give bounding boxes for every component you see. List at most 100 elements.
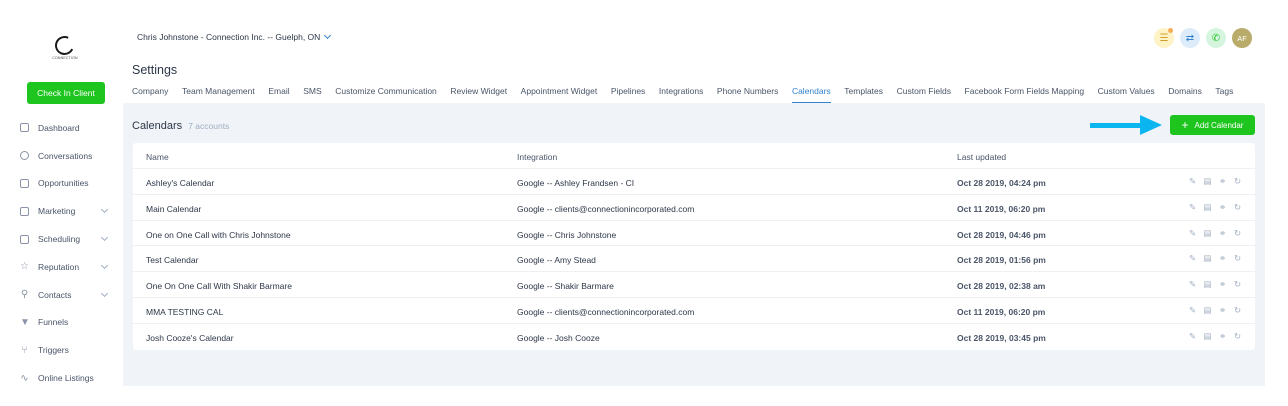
- edit-icon[interactable]: ✎: [1188, 280, 1197, 289]
- sidebar-item-label: Reputation: [38, 261, 80, 272]
- table-row[interactable]: One On One Call With Shakir Barmare Googl…: [133, 272, 1255, 298]
- edit-icon[interactable]: ✎: [1188, 331, 1197, 341]
- chevron-down-icon[interactable]: [100, 289, 109, 297]
- sync-icon[interactable]: ↻: [1233, 280, 1242, 289]
- company-logo[interactable]: CONNECTION: [51, 33, 79, 62]
- tab-integrations[interactable]: Integrations: [659, 80, 703, 103]
- sidebar-item-label: Funnels: [38, 317, 69, 328]
- trash-icon[interactable]: ▤: [1203, 331, 1212, 341]
- sidebar-item-funnels[interactable]: ▼ Funnels: [0, 309, 123, 337]
- sync-icon[interactable]: ↻: [1233, 177, 1242, 186]
- sync-icon[interactable]: ↻: [1233, 228, 1242, 238]
- chevron-down-icon[interactable]: [100, 261, 109, 270]
- link-icon[interactable]: ⚭: [1218, 331, 1227, 341]
- logo-mark: [52, 33, 77, 58]
- tab-pipelines[interactable]: Pipelines: [611, 80, 646, 103]
- avatar[interactable]: AF: [1232, 28, 1252, 48]
- tab-custom-values[interactable]: Custom Values: [1098, 80, 1155, 103]
- branch-icon: ⑂: [21, 344, 28, 356]
- sync-icon[interactable]: ↻: [1233, 254, 1242, 263]
- account-switcher[interactable]: Chris Johnstone - Connection Inc. -- Gue…: [137, 31, 332, 42]
- edit-icon[interactable]: ✎: [1188, 306, 1197, 315]
- add-calendar-button[interactable]: + Add Calendar: [1170, 115, 1255, 135]
- sidebar-item-label: Contacts: [38, 289, 72, 300]
- table-row[interactable]: MMA TESTING CAL Google -- clients@connect…: [133, 298, 1255, 324]
- link-icon[interactable]: ⚭: [1218, 228, 1227, 238]
- link-icon[interactable]: ⚭: [1218, 254, 1227, 263]
- trash-icon[interactable]: ▤: [1203, 228, 1212, 238]
- check-in-client-button[interactable]: Check In Client: [27, 82, 105, 104]
- section-title: Calendars 7 accounts: [132, 120, 229, 132]
- trash-icon[interactable]: ▤: [1203, 280, 1212, 289]
- link-icon[interactable]: ⚭: [1218, 280, 1227, 289]
- task-list-button[interactable]: ☰: [1154, 28, 1174, 48]
- tab-company[interactable]: Company: [132, 80, 168, 103]
- tab-email[interactable]: Email: [268, 80, 289, 103]
- mail-icon: [20, 206, 29, 216]
- sync-icon[interactable]: ↻: [1233, 331, 1242, 341]
- tab-customize-communication[interactable]: Customize Communication: [335, 80, 437, 103]
- sync-icon[interactable]: ↻: [1233, 202, 1242, 212]
- phone-icon: ✆: [1211, 32, 1221, 44]
- tab-templates[interactable]: Templates: [844, 80, 883, 103]
- tab-tags[interactable]: Tags: [1215, 80, 1233, 103]
- sidebar-item-contacts[interactable]: ⚲ Contacts: [0, 281, 123, 309]
- sidebar-item-conversations[interactable]: Conversations: [0, 142, 123, 170]
- trash-icon[interactable]: ▤: [1203, 177, 1212, 186]
- sidebar-item-dashboard[interactable]: Dashboard: [0, 114, 123, 142]
- trash-icon[interactable]: ▤: [1203, 254, 1212, 263]
- settings-tabs: Company Team Management Email SMS Customize …: [132, 80, 1247, 103]
- sync-icon[interactable]: ↻: [1233, 306, 1242, 315]
- tab-facebook-form-fields-mapping[interactable]: Facebook Form Fields Mapping: [965, 80, 1085, 103]
- table-header: Name Integration Last updated: [133, 143, 1255, 169]
- column-last-updated: Last updated: [957, 152, 1007, 162]
- calendars-heading: Calendars: [132, 120, 183, 132]
- tab-phone-numbers[interactable]: Phone Numbers: [717, 80, 778, 103]
- cell-integration: Google -- Amy Stead: [517, 255, 596, 266]
- switch-button[interactable]: ⇄: [1180, 28, 1200, 48]
- link-icon[interactable]: ⚭: [1218, 177, 1227, 186]
- table-row[interactable]: Josh Cooze's Calendar Google -- Josh Cooz…: [133, 324, 1255, 350]
- sidebar-item-triggers[interactable]: ⑂ Triggers: [0, 336, 123, 364]
- pulse-icon: ∿: [20, 372, 29, 384]
- link-icon[interactable]: ⚭: [1218, 202, 1227, 212]
- sidebar-item-label: Triggers: [38, 345, 69, 356]
- edit-icon[interactable]: ✎: [1188, 228, 1197, 238]
- tab-domains[interactable]: Domains: [1168, 80, 1202, 103]
- sidebar-item-scheduling[interactable]: Scheduling: [0, 225, 123, 253]
- pointer-arrow-icon: [1090, 115, 1162, 135]
- top-actions: ☰ ⇄ ✆ AF: [1154, 28, 1252, 48]
- chevron-down-icon[interactable]: [100, 206, 109, 214]
- cell-integration: Google -- Shakir Barmare: [517, 281, 614, 292]
- trash-icon[interactable]: ▤: [1203, 306, 1212, 315]
- sidebar: CONNECTION Check In Client Dashboard Conv…: [0, 0, 123, 406]
- sidebar-item-online-listings[interactable]: ∿ Online Listings: [0, 364, 123, 392]
- cell-name: Ashley's Calendar: [146, 178, 215, 188]
- cell-updated: Oct 11 2019, 06:20 pm: [957, 307, 1046, 317]
- sidebar-item-marketing[interactable]: Marketing: [0, 197, 123, 225]
- cell-integration: Google -- Josh Cooze: [517, 332, 600, 343]
- sidebar-item-opportunities[interactable]: Opportunities: [0, 170, 123, 198]
- add-calendar-label: Add Calendar: [1194, 120, 1244, 130]
- tab-sms[interactable]: SMS: [303, 80, 321, 103]
- tab-appointment-widget[interactable]: Appointment Widget: [521, 80, 598, 103]
- tab-calendars[interactable]: Calendars: [791, 80, 831, 103]
- tab-team-management[interactable]: Team Management: [182, 80, 255, 103]
- tab-review-widget[interactable]: Review Widget: [450, 80, 507, 103]
- row-actions: ✎ ▤ ⚭ ↻: [1188, 177, 1248, 186]
- page-title: Settings: [132, 63, 178, 77]
- table-row[interactable]: Main Calendar Google -- clients@connectio…: [133, 195, 1255, 221]
- table-row[interactable]: Ashley's Calendar Google -- Ashley Frands…: [133, 169, 1255, 195]
- link-icon[interactable]: ⚭: [1218, 306, 1227, 315]
- edit-icon[interactable]: ✎: [1188, 202, 1197, 212]
- tab-custom-fields[interactable]: Custom Fields: [897, 80, 951, 103]
- trash-icon[interactable]: ▤: [1203, 202, 1212, 212]
- edit-icon[interactable]: ✎: [1188, 177, 1197, 186]
- table-row[interactable]: Test Calendar Google -- Amy Stead Oct 28 2…: [133, 246, 1255, 273]
- table-row[interactable]: One on One Call with Chris Johnstone Goog…: [133, 221, 1255, 247]
- chevron-down-icon[interactable]: [100, 234, 109, 242]
- phone-button[interactable]: ✆: [1206, 28, 1226, 48]
- sidebar-item-label: Online Listings: [38, 373, 94, 384]
- sidebar-item-reputation[interactable]: ☆ Reputation: [0, 253, 123, 281]
- edit-icon[interactable]: ✎: [1188, 254, 1197, 263]
